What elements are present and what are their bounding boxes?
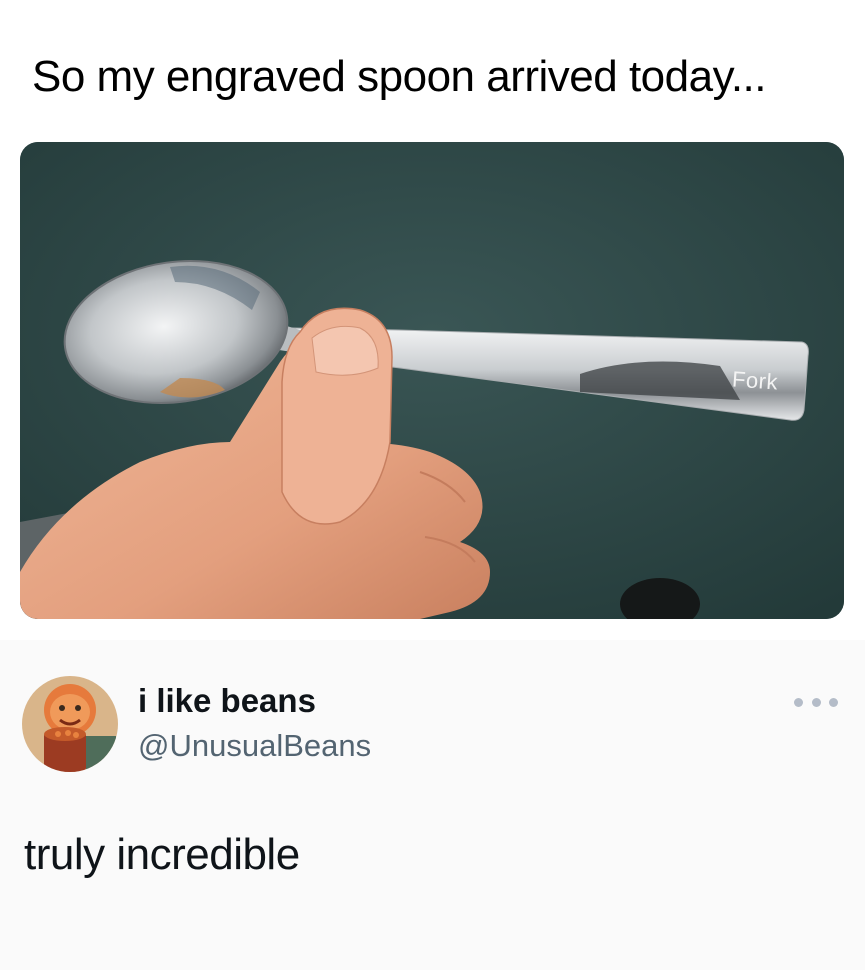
thumbnail-shape	[311, 325, 379, 376]
more-dot	[794, 697, 803, 707]
reply-text: truly incredible	[24, 830, 300, 879]
spoon-photo[interactable]: Fork	[20, 142, 844, 619]
spoon-engraving: Fork	[731, 366, 779, 395]
author-display-name[interactable]: i like beans	[138, 682, 316, 720]
meme-page: So my engraved spoon arrived today... Fo…	[0, 0, 865, 970]
post-caption: So my engraved spoon arrived today...	[32, 52, 767, 101]
author-handle[interactable]: @UnusualBeans	[138, 728, 371, 764]
more-dot	[811, 697, 821, 707]
more-options-icon[interactable]	[794, 690, 838, 714]
bean-eater-avatar-icon[interactable]	[22, 676, 118, 772]
spoon-photo-illustration	[20, 142, 844, 619]
more-dot	[829, 697, 838, 707]
reply-header: i like beans @UnusualBeans	[0, 660, 865, 780]
avatar-illustration	[22, 676, 118, 772]
